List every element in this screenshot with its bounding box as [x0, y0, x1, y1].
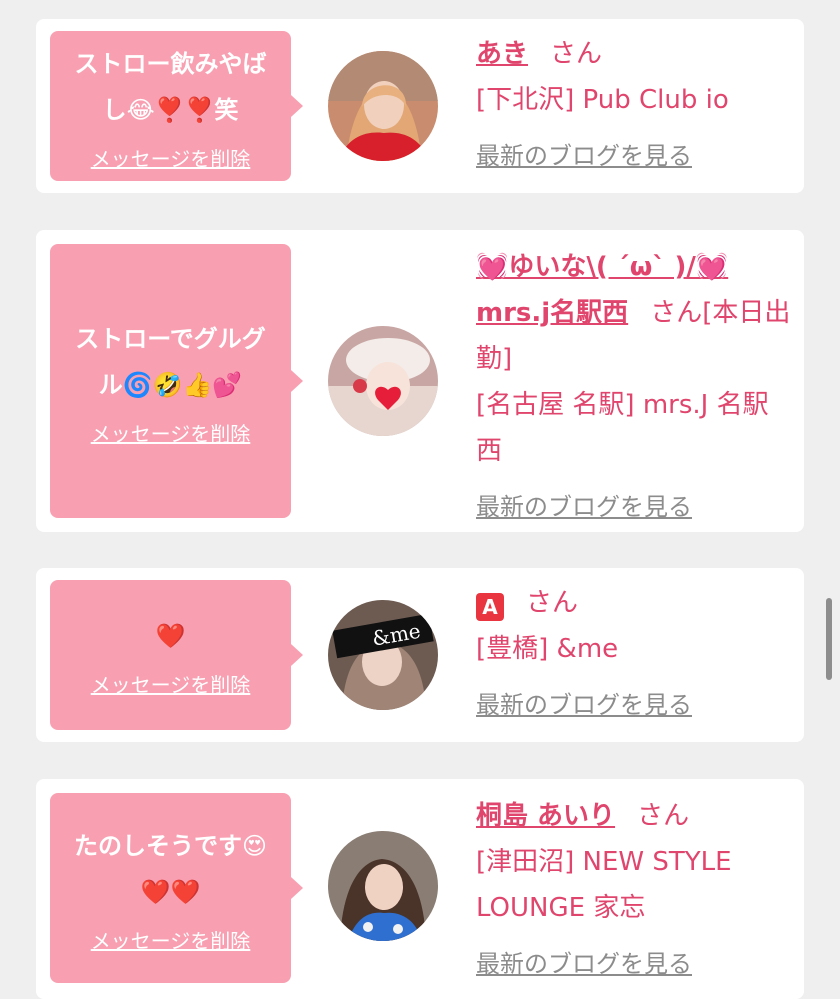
cast-info: 桐島 あいり さん [津田沼] NEW STYLE LOUNGE 家忘 最新のブロ… — [476, 793, 794, 987]
latest-blog-link[interactable]: 最新のブログを見る — [476, 142, 692, 170]
avatar-image — [328, 51, 438, 161]
avatar-image: &me — [328, 600, 438, 710]
shop-label: [津田沼] NEW STYLE LOUNGE 家忘 — [476, 847, 732, 923]
honorific-label: さん — [526, 588, 579, 618]
honorific-label: さん — [637, 801, 690, 831]
message-text: ストローでグルグル🌀🤣👍💕 — [75, 324, 266, 399]
latest-blog-link[interactable]: 最新のブログを見る — [476, 493, 692, 521]
message-card: ストローでグルグル🌀🤣👍💕 メッセージを削除 💓ゆいな\( ´ω` )/💓mrs… — [36, 230, 804, 532]
cast-info: 💓ゆいな\( ´ω` )/💓mrs.j名駅西 さん[本日出勤] [名古屋 名駅] … — [476, 244, 794, 530]
a-button-icon[interactable]: A — [476, 593, 504, 621]
avatar[interactable] — [328, 831, 438, 941]
message-text: ストロー飲みやばし😂❣️❣️笑 — [74, 49, 267, 124]
message-card: ストロー飲みやばし😂❣️❣️笑 メッセージを削除 あき さん [下北沢] Pub … — [36, 19, 804, 193]
delete-message-link[interactable]: メッセージを削除 — [91, 143, 251, 172]
shop-label: [名古屋 名駅] mrs.J 名駅西 — [476, 390, 769, 466]
avatar-image — [328, 831, 438, 941]
cast-info: A さん [豊橋] &me 最新のブログを見る — [476, 580, 794, 728]
delete-message-link[interactable]: メッセージを削除 — [91, 418, 251, 447]
cast-name-link[interactable]: 桐島 あいり — [476, 801, 615, 831]
cast-name-link[interactable]: あき — [476, 39, 528, 69]
cast-info: あき さん [下北沢] Pub Club io 最新のブログを見る — [476, 31, 794, 179]
scrollbar[interactable] — [826, 598, 832, 680]
honorific-label: さん — [650, 298, 703, 328]
message-bubble: ストローでグルグル🌀🤣👍💕 メッセージを削除 — [50, 244, 303, 518]
message-bubble: たのしそうです😍❤️❤️ メッセージを削除 — [50, 793, 303, 983]
shop-label: [下北沢] Pub Club io — [476, 85, 729, 115]
delete-message-link[interactable]: メッセージを削除 — [91, 925, 251, 954]
message-text: たのしそうです😍❤️❤️ — [73, 831, 268, 906]
message-bubble: ストロー飲みやばし😂❣️❣️笑 メッセージを削除 — [50, 31, 303, 181]
message-bubble: ❤️ メッセージを削除 — [50, 580, 303, 730]
avatar-image — [328, 326, 438, 436]
message-card: ❤️ メッセージを削除 &me A さん [豊橋] &me 最新のブログを見る — [36, 568, 804, 742]
message-card: たのしそうです😍❤️❤️ メッセージを削除 桐島 あいり さん [津田沼] NEW… — [36, 779, 804, 999]
avatar[interactable] — [328, 51, 438, 161]
delete-message-link[interactable]: メッセージを削除 — [91, 669, 251, 698]
honorific-label: さん — [550, 39, 603, 69]
latest-blog-link[interactable]: 最新のブログを見る — [476, 950, 692, 978]
avatar[interactable]: &me — [328, 600, 438, 710]
message-text: ❤️ — [155, 621, 186, 650]
avatar[interactable] — [328, 326, 438, 436]
shop-label: [豊橋] &me — [476, 634, 619, 664]
latest-blog-link[interactable]: 最新のブログを見る — [476, 691, 692, 719]
